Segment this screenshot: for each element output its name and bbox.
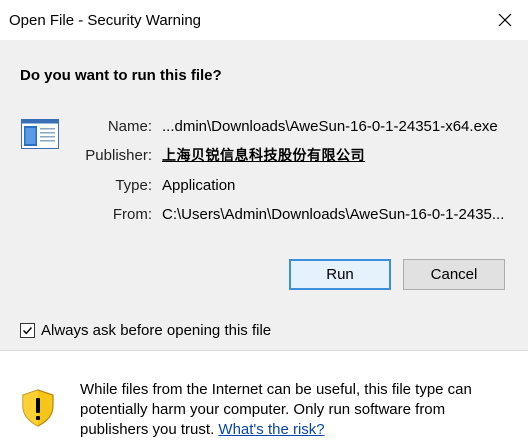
- run-button[interactable]: Run: [289, 259, 391, 290]
- name-label: Name:: [107, 117, 152, 135]
- always-ask-label: Always ask before opening this file: [41, 321, 272, 339]
- always-ask-checkbox[interactable]: [20, 322, 35, 338]
- close-button[interactable]: [482, 0, 528, 40]
- window-title: Open File - Security Warning: [9, 12, 202, 29]
- from-row: From: C:\Users\Admin\Downloads\AweSun-16…: [0, 204, 505, 224]
- type-label: Type:: [115, 176, 152, 194]
- publisher-row: Publisher: 上海贝锐信息科技股份有限公司: [0, 145, 365, 165]
- title-bar: Open File - Security Warning: [0, 0, 528, 40]
- from-value: C:\Users\Admin\Downloads\AweSun-16-0-1-2…: [162, 205, 505, 223]
- security-shield-icon: [22, 389, 54, 427]
- publisher-link[interactable]: 上海贝锐信息科技股份有限公司: [162, 145, 365, 165]
- whats-the-risk-link[interactable]: What's the risk?: [218, 421, 324, 438]
- dialog-body: Do you want to run this file? Name: ...d…: [0, 40, 528, 350]
- always-ask-option[interactable]: Always ask before opening this file: [20, 320, 271, 340]
- name-value: ...dmin\Downloads\AweSun-16-0-1-24351-x6…: [162, 117, 498, 135]
- warning-footer: While files from the Internet can be use…: [0, 351, 528, 448]
- warning-text-block: While files from the Internet can be use…: [80, 380, 510, 440]
- checkmark-icon: [23, 326, 33, 334]
- from-label: From:: [112, 205, 152, 223]
- type-value: Application: [162, 176, 236, 194]
- name-row: Name: ...dmin\Downloads\AweSun-16-0-1-24…: [0, 116, 498, 136]
- type-row: Type: Application: [0, 175, 235, 195]
- close-icon: [498, 13, 512, 27]
- dialog-heading: Do you want to run this file?: [20, 67, 222, 84]
- cancel-button[interactable]: Cancel: [403, 259, 505, 290]
- publisher-label: Publisher:: [85, 146, 152, 164]
